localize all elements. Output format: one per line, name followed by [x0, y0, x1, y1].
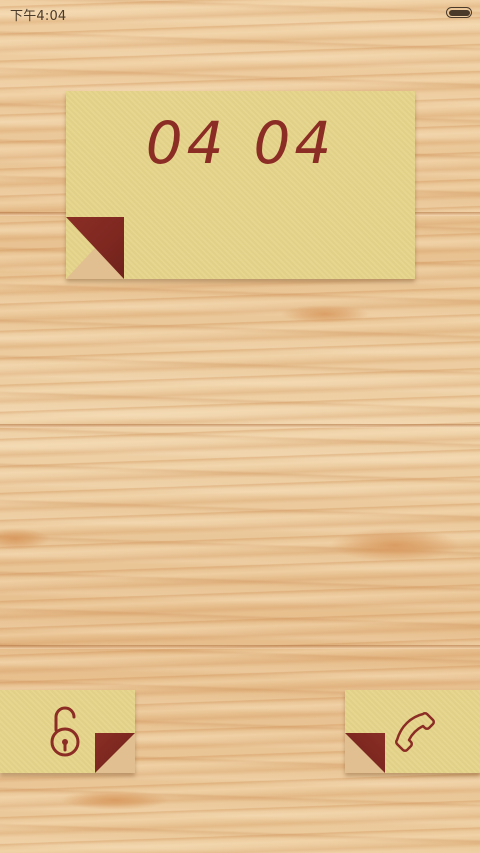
plank-seam [0, 424, 480, 428]
phone-handset-icon [395, 712, 435, 752]
clock-hours: 04 [145, 109, 228, 177]
battery-level [448, 9, 470, 16]
plank-seam [0, 645, 480, 649]
clock-minutes: 04 [253, 109, 336, 177]
phone-button[interactable] [345, 690, 480, 773]
clock-note: 04 04 [66, 91, 415, 279]
wood-knot [60, 790, 170, 810]
unlock-button[interactable] [0, 690, 135, 773]
status-bar-time: 下午4:04 [10, 9, 67, 24]
wood-knot [280, 305, 370, 323]
wood-knot [0, 528, 50, 550]
unlock-padlock-icon [50, 706, 80, 757]
clock-time: 04 04 [66, 109, 415, 177]
wood-knot [330, 528, 460, 562]
battery-icon [446, 7, 472, 18]
